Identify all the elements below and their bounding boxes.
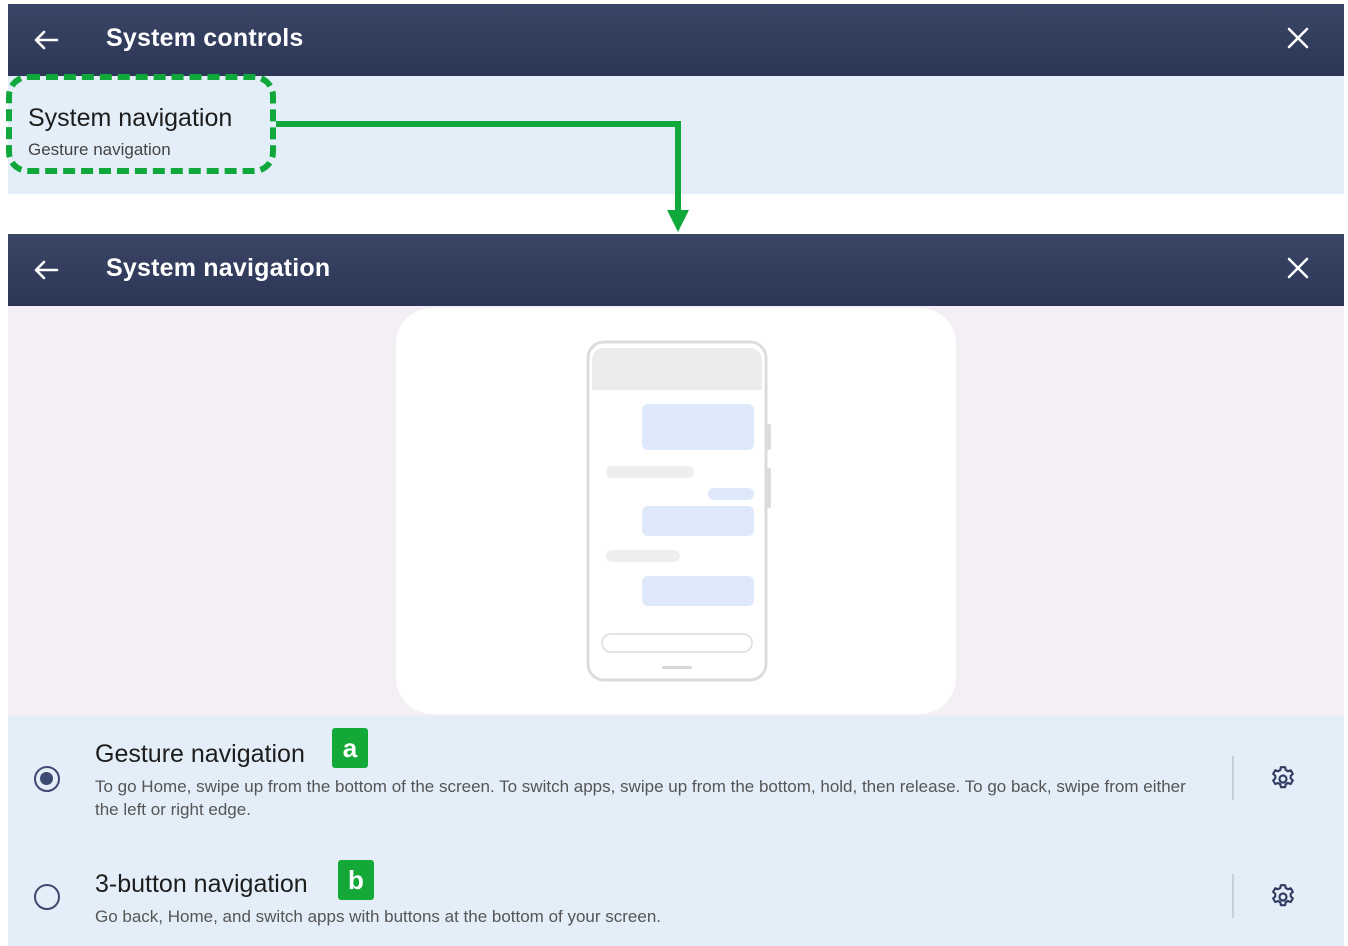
back-button[interactable]: [28, 22, 64, 58]
option-description: To go Home, swipe up from the bottom of …: [95, 777, 1186, 819]
annotation-badge-a: a: [332, 728, 368, 768]
close-button[interactable]: [1280, 20, 1316, 56]
phone-illustration: [586, 340, 771, 682]
option-3-button-navigation[interactable]: 3-button navigation b Go back, Home, and…: [8, 846, 1344, 946]
option-label: Gesture navigation: [95, 740, 305, 768]
navigation-options: Gesture navigation a To go Home, swipe u…: [8, 716, 1344, 946]
gear-icon: [1272, 766, 1294, 789]
highlight-dashed-box: [6, 74, 276, 174]
page-title: System navigation: [106, 254, 331, 282]
root: System controls System navigation Gestur…: [0, 0, 1348, 946]
option-label: 3-button navigation: [95, 870, 308, 898]
option-description: Go back, Home, and switch apps with butt…: [95, 907, 662, 926]
divider: [1232, 756, 1234, 800]
3-button-settings-button[interactable]: [1266, 880, 1300, 914]
gear-icon: [1272, 884, 1294, 907]
gesture-settings-button[interactable]: [1266, 762, 1300, 796]
page-title: System controls: [106, 24, 304, 52]
divider: [1232, 874, 1234, 918]
close-icon: [1287, 27, 1309, 49]
back-button[interactable]: [28, 252, 64, 288]
radio-unselected-icon[interactable]: [34, 884, 60, 910]
option-gesture-navigation[interactable]: Gesture navigation a To go Home, swipe u…: [8, 716, 1344, 836]
radio-selected-icon[interactable]: [34, 766, 60, 792]
radio-dot: [40, 772, 53, 785]
back-arrow-icon: [34, 30, 59, 50]
system-navigation-header: System navigation: [8, 234, 1344, 306]
back-arrow-icon: [34, 260, 59, 280]
system-controls-header: System controls: [8, 4, 1344, 76]
close-button[interactable]: [1280, 250, 1316, 286]
annotation-badge-b: b: [338, 860, 374, 900]
close-icon: [1287, 257, 1309, 279]
preview-card: [396, 308, 956, 714]
preview-area: [8, 306, 1344, 716]
